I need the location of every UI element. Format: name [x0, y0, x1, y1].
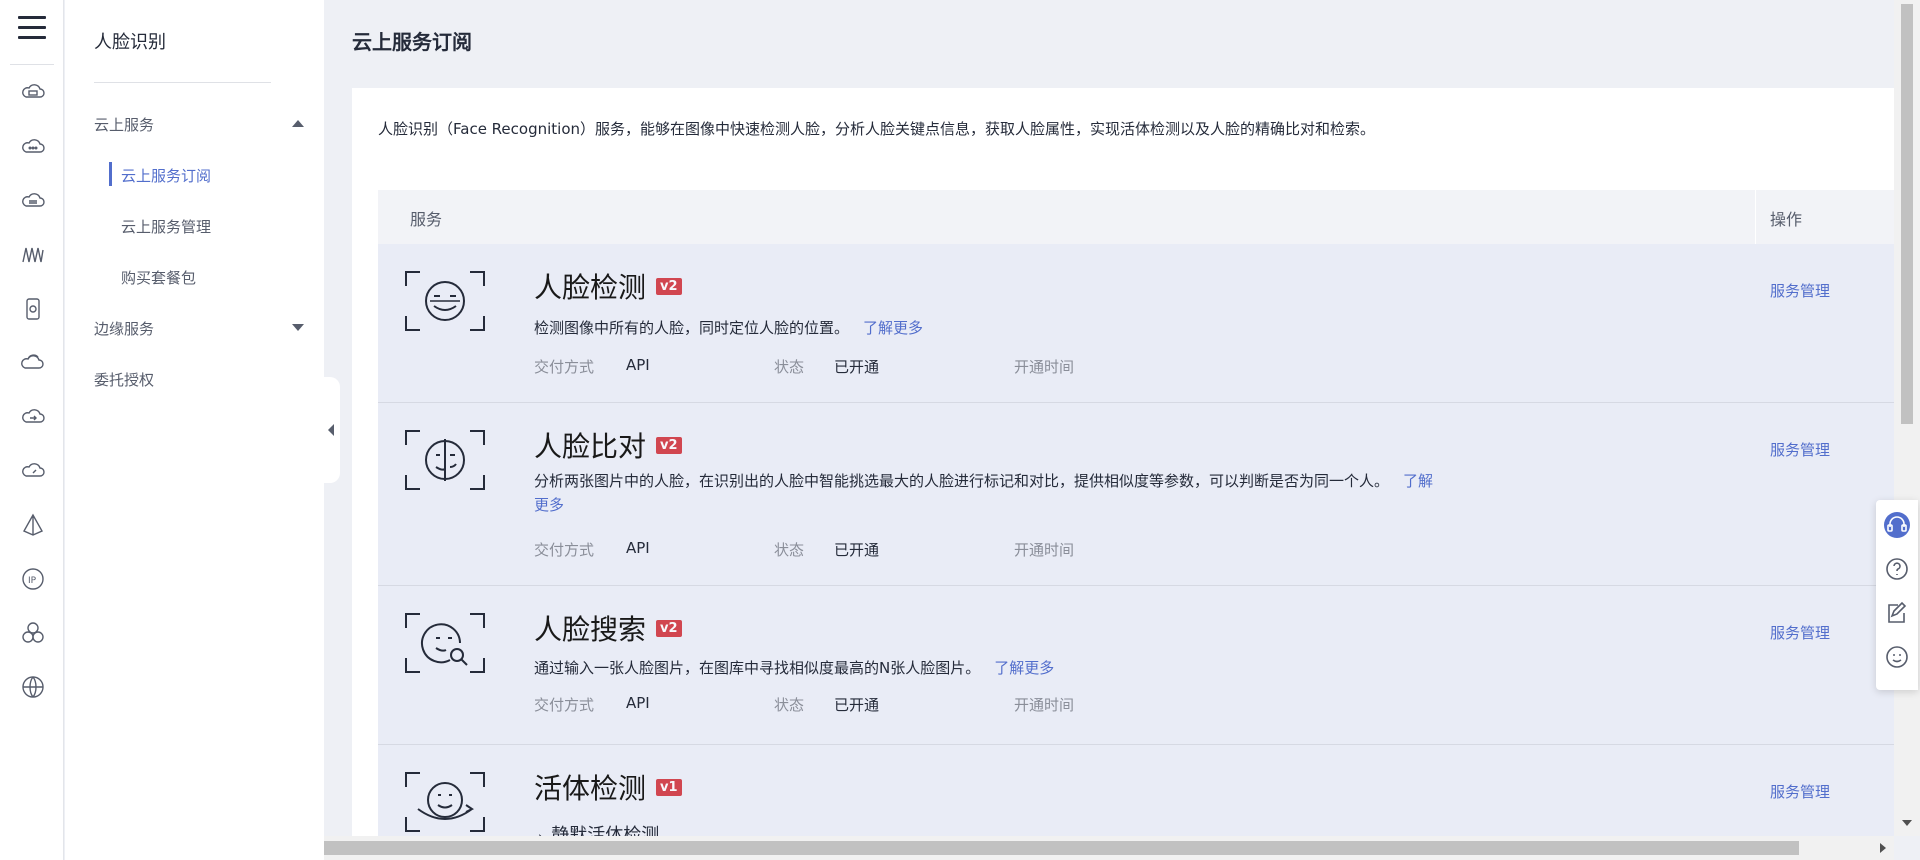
sub-service-item[interactable]: ›静默活体检测 [538, 821, 659, 836]
cloud-storage-icon[interactable] [20, 188, 46, 214]
subscription-card: 人脸识别（Face Recognition）服务，能够在图像中快速检测人脸，分析… [352, 88, 1894, 836]
table-header: 服务 操作 [378, 190, 1894, 244]
nav-group-delegation[interactable]: 委托授权 [94, 369, 304, 390]
sidebar-item-packages[interactable]: 购买套餐包 [121, 267, 196, 288]
service-manage-link[interactable]: 服务管理 [1770, 439, 1830, 460]
page-title: 云上服务订阅 [352, 30, 472, 54]
delivery-value: API [626, 356, 650, 374]
delivery-value: API [626, 539, 650, 557]
service-description: 检测图像中所有的人脸，同时定位人脸的位置。 了解更多 [534, 319, 924, 337]
version-badge: v1 [656, 778, 682, 796]
cloud-gauge-icon[interactable] [20, 458, 46, 484]
service-description: 通过输入一张人脸图片，在图库中寻找相似度最高的N张人脸图片。 了解更多 [534, 659, 1055, 677]
sidebar-collapse-button[interactable] [322, 377, 340, 483]
column-header-service: 服务 [410, 210, 443, 229]
column-header-action: 操作 [1770, 210, 1803, 229]
table-row: 人脸搜索 v2 通过输入一张人脸图片，在图库中寻找相似度最高的N张人脸图片。 了解更… [378, 586, 1894, 745]
learn-more-link[interactable]: 了解更多 [994, 659, 1054, 677]
service-manage-link[interactable]: 服务管理 [1770, 280, 1830, 301]
service-description: 分析两张图片中的人脸，在识别出的人脸中智能挑选最大的人脸进行标记和对比，提供相似… [534, 472, 1434, 514]
status-value: 已开通 [834, 541, 880, 559]
cluster-icon[interactable] [20, 620, 46, 646]
delivery-label: 交付方式 [534, 541, 595, 559]
sidebar-title: 人脸识别 [94, 32, 166, 53]
nav-group-label: 委托授权 [94, 371, 155, 389]
status-label: 状态 [774, 696, 805, 714]
globe-icon[interactable] [20, 674, 46, 700]
nav-group-cloud-services[interactable]: 云上服务 [94, 114, 304, 135]
menu-icon[interactable] [18, 16, 46, 40]
service-name: 人脸搜索 v2 [534, 608, 682, 648]
open-time-label: 开通时间 [1014, 358, 1075, 376]
scroll-thumb[interactable] [1901, 4, 1913, 424]
cloud-dots-icon[interactable] [20, 134, 46, 160]
pyramid-icon[interactable] [20, 512, 46, 538]
rail-divider [10, 64, 54, 65]
nav-group-label: 边缘服务 [94, 320, 155, 338]
chevron-left-icon [328, 424, 334, 436]
caret-down-icon [292, 324, 304, 331]
horizontal-scrollbar[interactable] [324, 836, 1894, 860]
scroll-thumb[interactable] [324, 841, 1799, 855]
version-badge: v2 [656, 436, 682, 454]
status-value: 已开通 [834, 358, 880, 376]
sidebar-item-subscription[interactable]: 云上服务订阅 [108, 162, 211, 186]
scroll-down-arrow-icon[interactable] [1902, 820, 1912, 826]
vertical-scrollbar[interactable] [1894, 0, 1920, 836]
open-time-label: 开通时间 [1014, 541, 1075, 559]
feedback-icon[interactable] [1884, 600, 1910, 626]
sidebar-divider [94, 82, 271, 83]
nav-group-label: 云上服务 [94, 116, 155, 134]
svg-text:IP: IP [28, 576, 37, 586]
service-name: 活体检测 v1 [534, 767, 682, 807]
face-search-icon [404, 610, 486, 676]
delivery-label: 交付方式 [534, 696, 595, 714]
face-detect-icon [404, 268, 486, 334]
service-name: 人脸检测 v2 [534, 266, 682, 306]
service-manage-link[interactable]: 服务管理 [1770, 622, 1830, 643]
table-row: 人脸比对 v2 分析两张图片中的人脸，在识别出的人脸中智能挑选最大的人脸进行标记和… [378, 403, 1894, 586]
phone-icon[interactable] [20, 296, 46, 322]
version-badge: v2 [656, 619, 682, 637]
caret-up-icon [292, 120, 304, 127]
service-sidebar: 人脸识别 云上服务 云上服务订阅 云上服务管理 购买套餐包 边缘服务 委托授权 [65, 0, 324, 860]
service-name: 人脸比对 v2 [534, 425, 682, 465]
table-row: 活体检测v1 ›静默活体检测 服务管理 [378, 745, 1894, 836]
open-time-label: 开通时间 [1014, 696, 1075, 714]
column-divider [1755, 190, 1756, 244]
face-liveness-icon [404, 769, 486, 835]
face-compare-icon [404, 427, 486, 493]
customer-service-icon[interactable] [1884, 512, 1910, 538]
version-badge: v2 [656, 277, 682, 295]
sidebar-item-management[interactable]: 云上服务管理 [121, 216, 211, 237]
status-value: 已开通 [834, 696, 880, 714]
ip-icon[interactable]: IP [20, 566, 46, 592]
status-label: 状态 [774, 358, 805, 376]
help-icon[interactable] [1884, 556, 1910, 582]
nav-group-edge-services[interactable]: 边缘服务 [94, 318, 304, 339]
table-row: 人脸检测 v2 检测图像中所有的人脸，同时定位人脸的位置。 了解更多 交付方式 AP… [378, 244, 1894, 403]
waves-icon[interactable] [20, 242, 46, 268]
cloud-server-icon[interactable] [20, 80, 46, 106]
status-label: 状态 [774, 541, 805, 559]
floating-help-bar [1876, 500, 1918, 690]
cloud-transfer-icon[interactable] [20, 404, 46, 430]
intro-text: 人脸识别（Face Recognition）服务，能够在图像中快速检测人脸，分析… [378, 120, 1376, 138]
services-table: 服务 操作 人脸检测 v2 检测图像中所有的人脸，同时定位人脸的位置。 了解更多 交… [378, 190, 1894, 836]
satisfaction-icon[interactable] [1884, 644, 1910, 670]
icon-rail: IP [0, 0, 64, 860]
delivery-value: API [626, 694, 650, 712]
cloud-layers-icon[interactable] [20, 350, 46, 376]
learn-more-link[interactable]: 了解更多 [863, 319, 923, 337]
service-manage-link[interactable]: 服务管理 [1770, 781, 1830, 802]
delivery-label: 交付方式 [534, 358, 595, 376]
scroll-right-arrow-icon[interactable] [1880, 843, 1886, 853]
